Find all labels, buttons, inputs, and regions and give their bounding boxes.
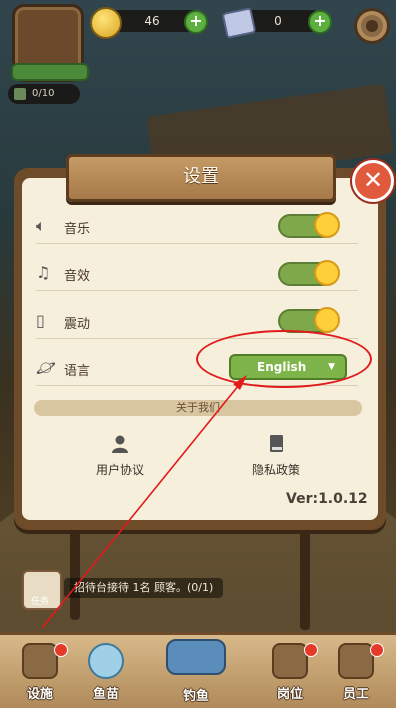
annotation-arrow <box>41 375 247 629</box>
